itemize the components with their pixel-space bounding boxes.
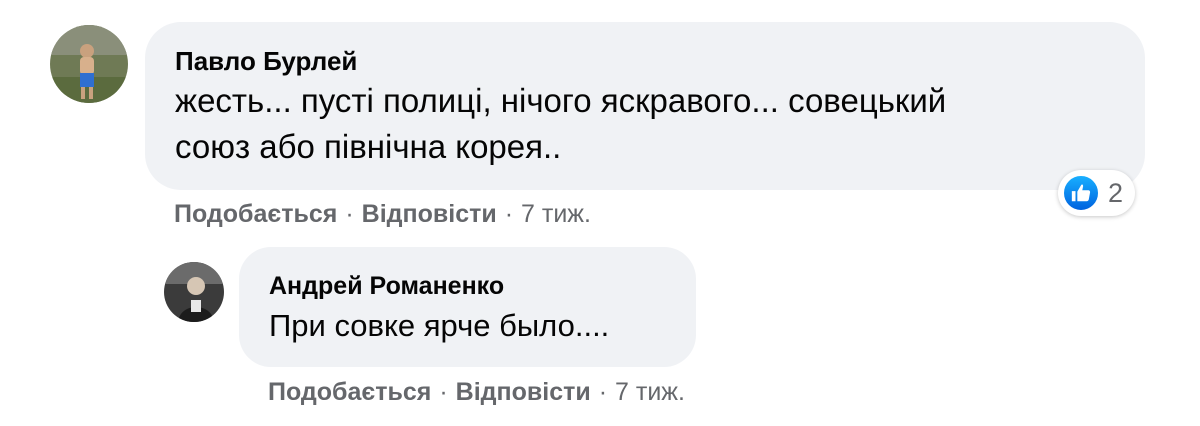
avatar-image <box>50 25 128 103</box>
comment-timestamp[interactable]: 7 тиж. <box>521 200 591 229</box>
avatar-andrei[interactable] <box>164 262 224 322</box>
comment-author[interactable]: Андрей Романенко <box>269 271 666 301</box>
comment-bubble: Павло Бурлей жесть... пусті полиці, нічо… <box>145 22 1145 190</box>
separator: · <box>345 200 354 228</box>
comment-text-line: жесть... пусті полиці, нічого яскравого.… <box>175 82 947 119</box>
separator: · <box>504 200 514 228</box>
reply-button[interactable]: Відповісти <box>362 200 497 229</box>
like-button[interactable]: Подобається <box>268 378 431 407</box>
comment-actions: Подобається · Відповісти · 7 тиж. <box>268 378 685 407</box>
reaction-count: 2 <box>1108 177 1124 208</box>
reaction-summary[interactable]: 2 <box>1058 170 1136 216</box>
avatar-image <box>164 262 224 322</box>
separator: · <box>439 378 448 406</box>
reply-button[interactable]: Відповісти <box>456 378 591 407</box>
comment-timestamp[interactable]: 7 тиж. <box>615 378 685 407</box>
comment-text-line: союз або північна корея.. <box>175 128 562 165</box>
like-button[interactable]: Подобається <box>174 200 337 229</box>
like-icon <box>1062 174 1100 212</box>
separator: · <box>598 378 608 406</box>
avatar-pavlo[interactable] <box>50 25 128 103</box>
comment-text: При совке ярче было.... <box>269 308 610 343</box>
comment-actions: Подобається · Відповісти · 7 тиж. <box>174 200 591 229</box>
comment-bubble: Андрей Романенко При совке ярче было.... <box>239 247 696 367</box>
comment-author[interactable]: Павло Бурлей <box>175 46 1115 76</box>
